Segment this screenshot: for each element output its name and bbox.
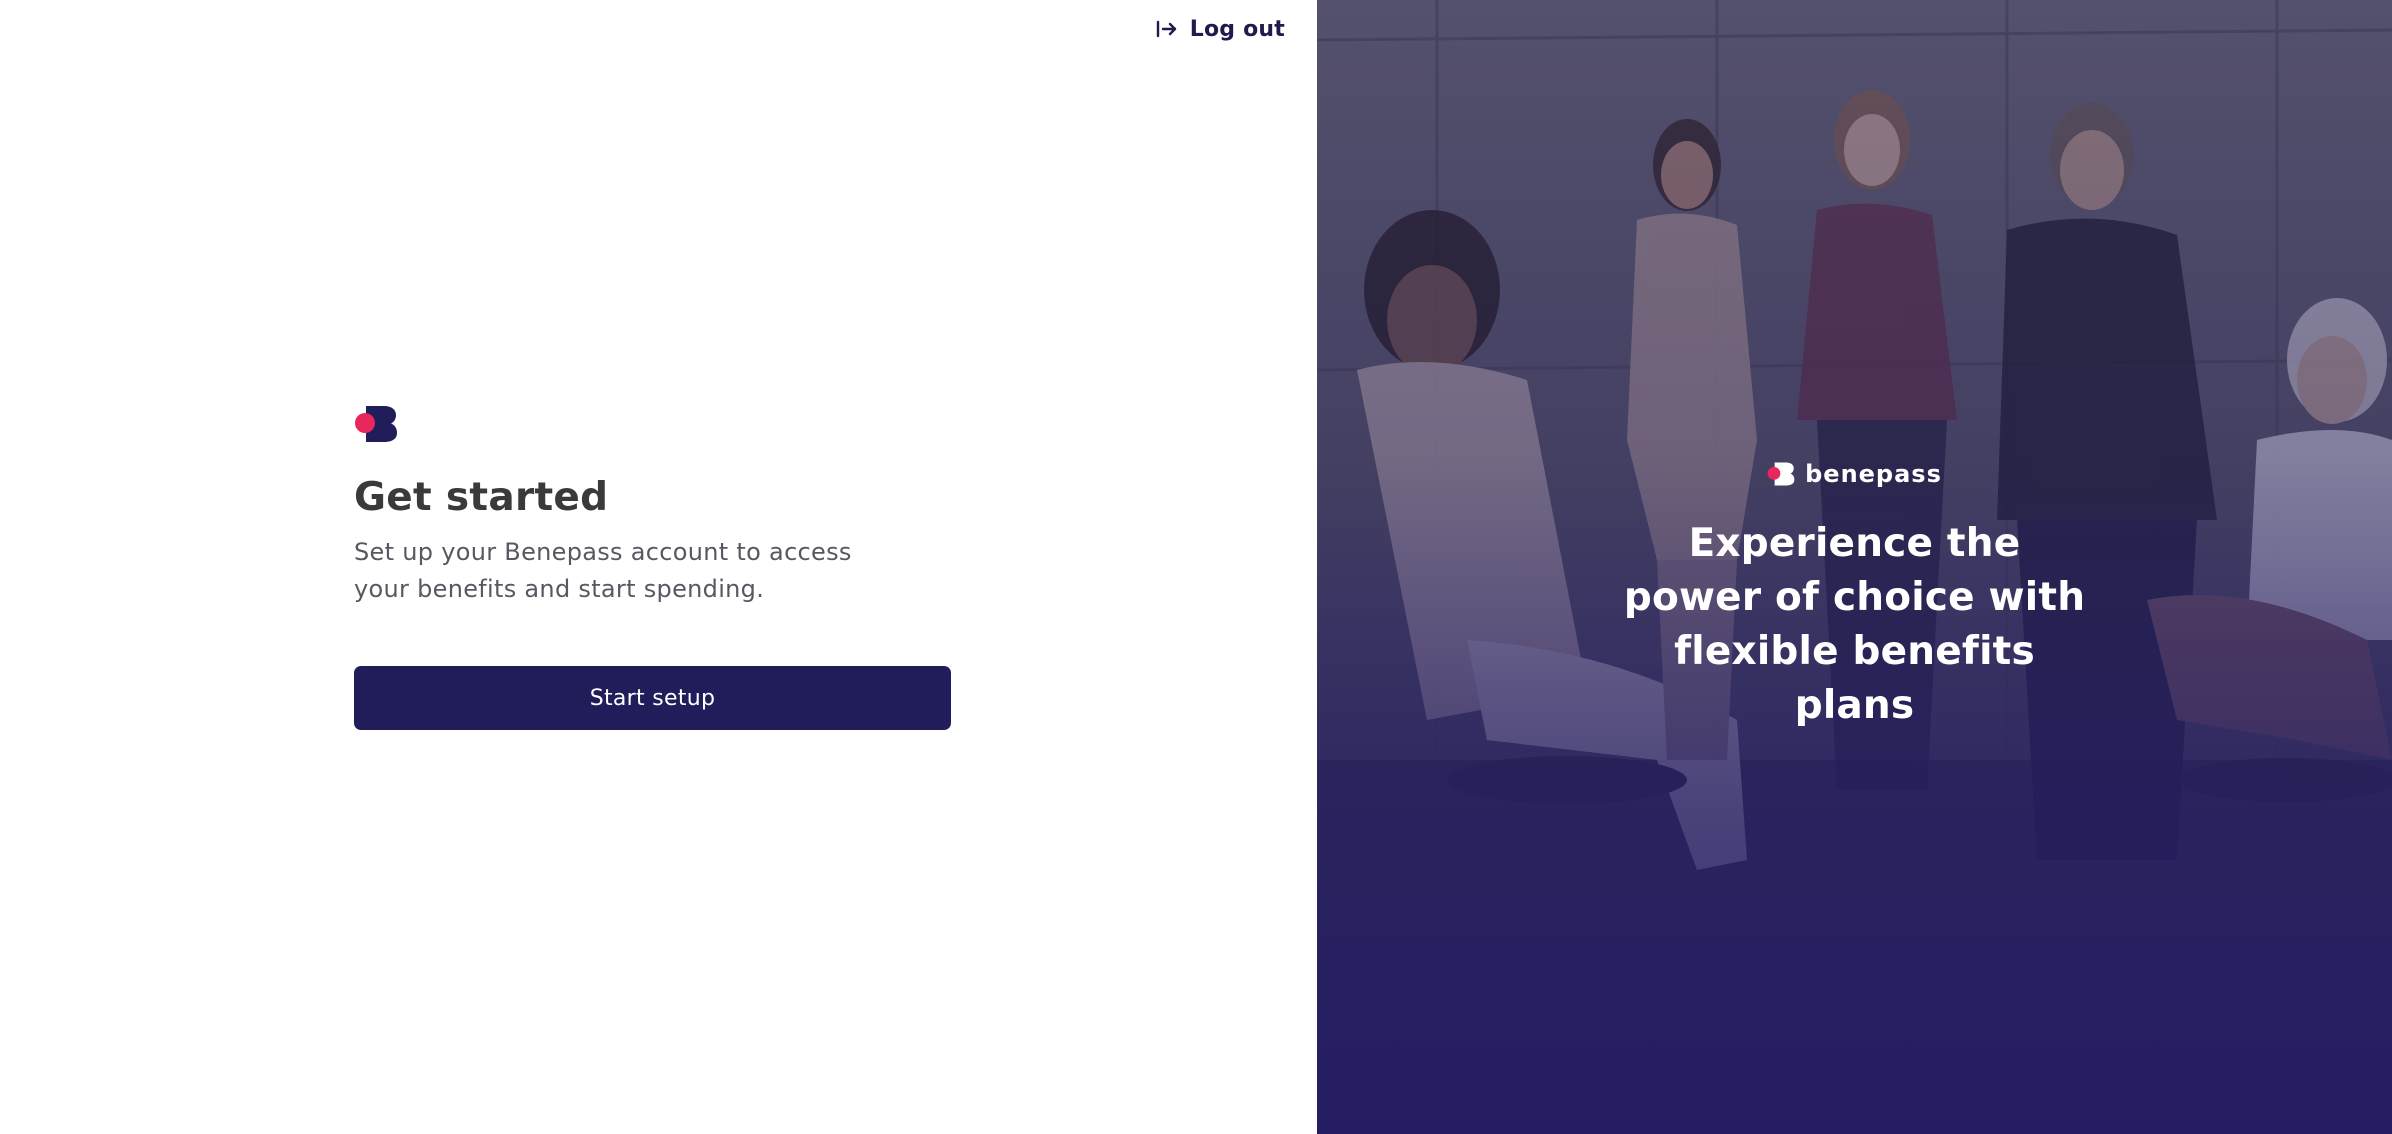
hero-panel: benepass Experience the power of choice … bbox=[1317, 0, 2392, 1134]
hero-tagline: Experience the power of choice with flex… bbox=[1623, 521, 2086, 728]
onboarding-panel: Log out Get started Set up your Benepass… bbox=[0, 0, 1317, 1134]
onboarding-page: Log out Get started Set up your Benepass… bbox=[0, 0, 2392, 1134]
benepass-mark-icon bbox=[355, 406, 397, 442]
get-started-content: Get started Set up your Benepass account… bbox=[354, 404, 954, 730]
log-out-icon bbox=[1156, 20, 1176, 38]
page-title: Get started bbox=[354, 475, 609, 520]
log-out-label: Log out bbox=[1189, 16, 1285, 42]
brand-name: benepass bbox=[1805, 460, 1942, 488]
benepass-logo-icon bbox=[1767, 462, 1795, 486]
benepass-logo: benepass bbox=[1767, 460, 1942, 488]
start-setup-button[interactable]: Start setup bbox=[354, 666, 951, 730]
log-out-button[interactable]: Log out bbox=[1156, 14, 1285, 44]
page-subtitle: Set up your Benepass account to access y… bbox=[354, 538, 852, 603]
hero-content: benepass Experience the power of choice … bbox=[1317, 460, 2392, 733]
